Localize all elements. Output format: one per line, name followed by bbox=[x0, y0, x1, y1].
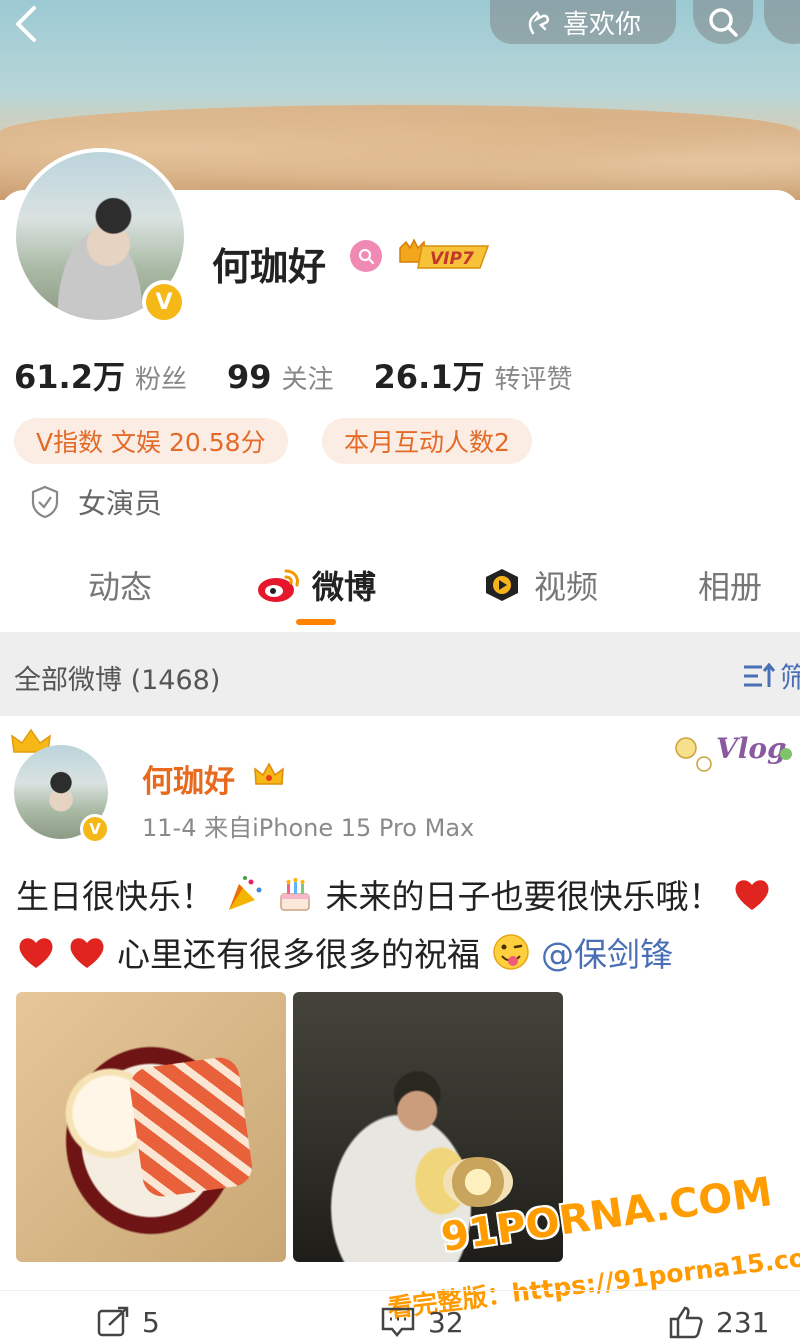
verified-v-badge: V bbox=[142, 280, 186, 324]
heart-icon bbox=[19, 938, 53, 968]
like-count: 231 bbox=[716, 1305, 770, 1339]
birthday-cake-icon bbox=[280, 878, 310, 911]
following-count[interactable]: 99 bbox=[227, 358, 272, 396]
sort-icon bbox=[744, 662, 776, 687]
like-button[interactable]: 231 bbox=[668, 1305, 769, 1339]
weibo-icon bbox=[258, 569, 299, 602]
followers-label[interactable]: 粉丝 bbox=[135, 359, 187, 396]
hand-heart-icon bbox=[528, 11, 550, 35]
member-crown-icon[interactable] bbox=[252, 760, 286, 790]
vlog-sticker-text: Vlog bbox=[716, 732, 787, 765]
comment-button[interactable]: 32 bbox=[380, 1305, 464, 1339]
party-popper-icon bbox=[228, 876, 261, 910]
food-skewer-shape bbox=[127, 1054, 255, 1200]
tab-dynamics-label: 动态 bbox=[88, 568, 153, 606]
heart-icon bbox=[70, 938, 103, 968]
all-posts-count[interactable]: 全部微博 (1468) bbox=[14, 658, 220, 697]
repost-count: 5 bbox=[142, 1305, 160, 1339]
like-you-button[interactable]: 喜欢你 bbox=[490, 0, 676, 44]
post-line-1: 生日很快乐！ 未来的日子也要很快乐哦！ bbox=[16, 868, 800, 926]
vip-crown-badge[interactable]: VIP7 bbox=[396, 236, 492, 274]
repost-button[interactable]: 5 bbox=[96, 1305, 160, 1339]
tab-dynamics[interactable]: 动态 bbox=[88, 562, 152, 608]
post-image-food[interactable] bbox=[16, 992, 286, 1262]
vlog-sticker: Vlog bbox=[675, 732, 792, 772]
post-text-part-3: 心里还有很多很多的祝福 bbox=[117, 935, 480, 974]
engagement-count[interactable]: 26.1万 bbox=[374, 352, 485, 398]
filter-button-label: 筛 bbox=[780, 661, 800, 694]
heart-icon bbox=[735, 880, 769, 910]
tab-weibo[interactable]: 微博 bbox=[256, 562, 376, 608]
post-line-2: 心里还有很多很多的祝福 @保剑锋 bbox=[16, 926, 800, 984]
tab-video-label: 视频 bbox=[534, 568, 599, 606]
post-author-name[interactable]: 何珈好 bbox=[142, 756, 235, 801]
post-verified-badge: V bbox=[80, 814, 110, 844]
comment-icon bbox=[381, 1307, 415, 1337]
verification-text: 女演员 bbox=[78, 487, 163, 520]
engagement-label[interactable]: 转评赞 bbox=[495, 359, 573, 396]
thumbs-up-icon bbox=[669, 1306, 703, 1339]
post-meta: 11-4 来自iPhone 15 Pro Max bbox=[142, 814, 475, 842]
video-icon bbox=[486, 569, 518, 601]
monthly-interaction-chip[interactable]: 本月互动人数2 bbox=[322, 418, 532, 464]
post-body: 生日很快乐！ 未来的日子也要很快乐哦！ 心里还有很多很多的祝福 @保剑锋 bbox=[16, 868, 800, 984]
back-arrow-icon bbox=[16, 6, 36, 42]
repost-icon bbox=[97, 1306, 129, 1337]
tongue-wink-emoji-icon bbox=[492, 934, 529, 970]
followers-count[interactable]: 61.2万 bbox=[14, 352, 125, 398]
vip-level-text: VIP7 bbox=[430, 249, 474, 269]
post-text-part-1: 生日很快乐！ bbox=[16, 877, 214, 916]
tab-album[interactable]: 相册 bbox=[698, 562, 762, 608]
filter-bar: 全部微博 (1468) 筛 bbox=[0, 632, 800, 716]
profile-tabs: 动态 微博 视频 相册 bbox=[0, 540, 800, 630]
tab-album-label: 相册 bbox=[698, 568, 763, 606]
tab-weibo-label: 微博 bbox=[312, 568, 377, 606]
like-you-label: 喜欢你 bbox=[562, 9, 641, 40]
search-icon bbox=[709, 8, 738, 37]
profile-name: 何珈好 bbox=[212, 245, 327, 289]
v-index-chip[interactable]: V指数 文娱 20.58分 bbox=[14, 418, 288, 464]
comment-count: 32 bbox=[428, 1305, 464, 1339]
search-circle-icon bbox=[358, 248, 375, 265]
super-topic-icon[interactable] bbox=[350, 240, 382, 272]
tab-video[interactable]: 视频 bbox=[480, 562, 598, 608]
back-button[interactable] bbox=[4, 2, 48, 46]
post-action-bar: 5 32 231 bbox=[0, 1290, 800, 1342]
cake-shape bbox=[443, 1157, 513, 1207]
shield-check-icon bbox=[31, 485, 59, 519]
active-tab-indicator bbox=[296, 619, 336, 625]
post-text-part-2: 未来的日子也要很快乐哦！ bbox=[325, 877, 722, 916]
filter-button[interactable]: 筛 bbox=[742, 656, 800, 696]
verification-info[interactable]: 女演员 bbox=[30, 482, 162, 522]
mention-link[interactable]: @保剑锋 bbox=[541, 935, 673, 974]
following-label[interactable]: 关注 bbox=[282, 359, 334, 396]
profile-stats: 61.2万 粉丝 99 关注 26.1万 转评赞 bbox=[14, 352, 613, 398]
